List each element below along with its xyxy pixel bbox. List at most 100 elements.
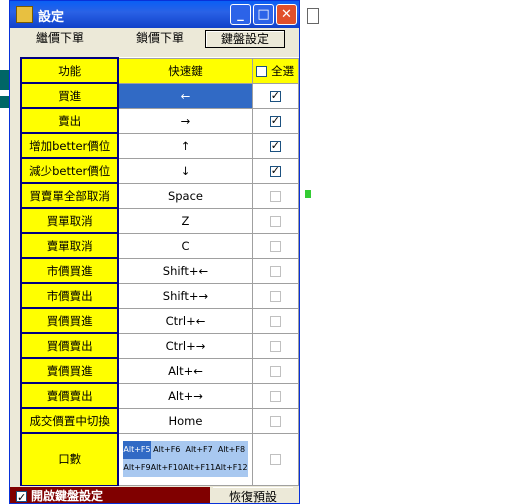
row-checkbox[interactable] — [269, 190, 281, 202]
row-checkbox[interactable] — [269, 89, 281, 102]
row-check-cell[interactable] — [251, 332, 299, 359]
row-hotkey[interactable]: Shift+← — [117, 257, 253, 284]
minimize-button[interactable]: _ — [230, 4, 251, 25]
table-row: 買價賣出 Ctrl+→ — [19, 332, 299, 359]
row-checkbox[interactable] — [269, 265, 281, 277]
tab-price-order[interactable]: 繼價下單 — [20, 30, 100, 46]
table-header: 功能 快速鍵 全選 — [19, 57, 299, 84]
row-function: 賣出 — [19, 107, 120, 134]
lots-check-cell[interactable] — [251, 432, 299, 486]
row-hotkey[interactable]: Shift+→ — [117, 282, 253, 309]
lots-key[interactable]: Alt+F7 — [183, 441, 215, 459]
row-checkbox[interactable] — [269, 415, 281, 427]
row-hotkey[interactable]: Ctrl+← — [117, 307, 253, 334]
lots-key[interactable]: Alt+F9 — [123, 459, 150, 477]
row-hotkey[interactable]: ↑ — [117, 132, 253, 159]
row-checkbox[interactable] — [269, 164, 281, 177]
row-check-cell[interactable] — [251, 232, 299, 259]
lots-key[interactable]: Alt+F10 — [151, 459, 183, 477]
tab-strip: 繼價下單 鎖價下單 鍵盤設定 — [10, 28, 299, 48]
header-hotkey: 快速鍵 — [117, 57, 253, 84]
row-checkbox[interactable] — [269, 215, 281, 227]
enable-keyboard-toggle[interactable]: 開啟鍵盤設定 — [10, 487, 210, 503]
lots-keys-grid: Alt+F5 Alt+F6 Alt+F7 Alt+F8 Alt+F9 Alt+F10 Alt… — [123, 441, 248, 477]
row-check-cell[interactable] — [251, 207, 299, 234]
maximize-button[interactable]: □ — [253, 4, 274, 25]
window-title: 設定 — [38, 10, 65, 25]
reset-defaults-button[interactable]: 恢復預設 — [213, 487, 293, 503]
row-hotkey[interactable]: Ctrl+→ — [117, 332, 253, 359]
row-hotkey[interactable]: Alt+← — [117, 357, 253, 384]
row-function: 買單取消 — [19, 207, 120, 234]
title-bar[interactable]: 設定 _ □ ✕ — [10, 1, 299, 28]
lots-row: 口數 Alt+F5 Alt+F6 Alt+F7 Alt+F8 Alt+F9 Alt+F10… — [19, 432, 299, 486]
lots-key[interactable]: Alt+F8 — [215, 441, 247, 459]
close-button[interactable]: ✕ — [276, 4, 297, 25]
row-function: 買賣單全部取消 — [19, 182, 120, 209]
enable-keyboard-label: 開啟鍵盤設定 — [31, 489, 104, 503]
row-check-cell[interactable] — [251, 357, 299, 384]
row-function: 買價買進 — [19, 307, 120, 334]
table-row: 減少better價位 ↓ — [19, 157, 299, 184]
lots-checkbox[interactable] — [269, 454, 281, 465]
row-function: 賣價賣出 — [19, 382, 120, 409]
row-hotkey[interactable]: → — [117, 107, 253, 134]
tab-lock-price-order[interactable]: 鎖價下單 — [120, 30, 200, 46]
row-check-cell[interactable] — [251, 107, 299, 134]
row-checkbox[interactable] — [269, 365, 281, 377]
table-row: 市價買進 Shift+← — [19, 257, 299, 284]
header-select-all[interactable]: 全選 — [251, 57, 299, 84]
select-all-label: 全選 — [271, 63, 295, 78]
row-checkbox[interactable] — [269, 315, 281, 327]
table-row: 增加better價位 ↑ — [19, 132, 299, 159]
row-hotkey[interactable]: Alt+→ — [117, 382, 253, 409]
table-row: 賣出 → — [19, 107, 299, 134]
row-hotkey[interactable]: Space — [117, 182, 253, 209]
app-icon — [16, 6, 33, 23]
lots-key[interactable]: Alt+F12 — [215, 459, 247, 477]
row-checkbox[interactable] — [269, 390, 281, 402]
row-hotkey[interactable]: Home — [117, 407, 253, 434]
lots-key[interactable]: Alt+F6 — [151, 441, 183, 459]
background-app-right — [305, 0, 512, 504]
row-function: 賣單取消 — [19, 232, 120, 259]
row-function: 買價賣出 — [19, 332, 120, 359]
row-hotkey[interactable]: ← — [117, 82, 253, 109]
row-function: 市價賣出 — [19, 282, 120, 309]
row-checkbox[interactable] — [269, 340, 281, 352]
row-check-cell[interactable] — [251, 257, 299, 284]
row-checkbox[interactable] — [269, 240, 281, 252]
row-hotkey[interactable]: Z — [117, 207, 253, 234]
row-check-cell[interactable] — [251, 82, 299, 109]
select-all-checkbox[interactable] — [256, 65, 268, 77]
row-function: 賣價買進 — [19, 357, 120, 384]
table-row: 市價賣出 Shift+→ — [19, 282, 299, 309]
bg-tab-edge — [307, 8, 319, 24]
table-row: 賣價買進 Alt+← — [19, 357, 299, 384]
row-check-cell[interactable] — [251, 282, 299, 309]
row-checkbox[interactable] — [269, 139, 281, 152]
lots-label: 口數 — [19, 432, 120, 486]
row-check-cell[interactable] — [251, 407, 299, 434]
table-row: 買賣單全部取消 Space — [19, 182, 299, 209]
lots-keys-cell: Alt+F5 Alt+F6 Alt+F7 Alt+F8 Alt+F9 Alt+F10 Alt… — [117, 432, 253, 486]
row-checkbox[interactable] — [269, 114, 281, 127]
row-hotkey[interactable]: ↓ — [117, 157, 253, 184]
lots-key[interactable]: Alt+F5 — [123, 441, 151, 459]
tab-keyboard-settings[interactable]: 鍵盤設定 — [205, 30, 285, 48]
row-check-cell[interactable] — [251, 382, 299, 409]
row-function: 市價買進 — [19, 257, 120, 284]
bottom-bar: 開啟鍵盤設定 恢復預設 — [10, 487, 299, 503]
lots-key[interactable]: Alt+F11 — [183, 459, 215, 477]
row-check-cell[interactable] — [251, 157, 299, 184]
row-check-cell[interactable] — [251, 182, 299, 209]
row-check-cell[interactable] — [251, 307, 299, 334]
table-row: 買單取消 Z — [19, 207, 299, 234]
enable-keyboard-checkbox[interactable] — [16, 489, 27, 503]
row-hotkey[interactable]: C — [117, 232, 253, 259]
row-function: 減少better價位 — [19, 157, 120, 184]
table-row: 買價買進 Ctrl+← — [19, 307, 299, 334]
row-function: 增加better價位 — [19, 132, 120, 159]
row-check-cell[interactable] — [251, 132, 299, 159]
row-checkbox[interactable] — [269, 290, 281, 302]
